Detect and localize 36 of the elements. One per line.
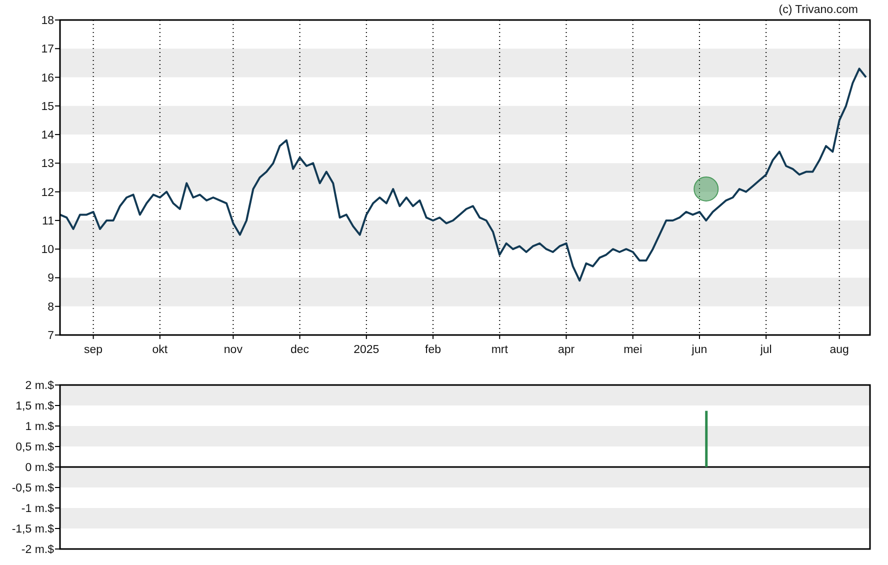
axis-tick-label: apr [558,344,575,356]
axis-tick-label: 1 m.$ [25,421,54,433]
axis-tick-label: nov [224,344,242,356]
axis-tick-label: sep [84,344,103,356]
axis-tick-label: 9 [48,272,54,285]
axis-tick-label: mei [624,344,642,356]
axis-tick-label: 0 m.$ [25,462,54,474]
axis-tick-label: dec [290,344,310,356]
copyright-text: (c) Trivano.com [778,4,858,16]
axis-tick-label: -0,5 m.$ [12,482,54,494]
axis-tick-label: 2 m.$ [25,380,54,392]
axis-tick-label: feb [425,344,442,356]
axis-tick-label: mrt [491,344,508,356]
axis-tick-label: 0,5 m.$ [16,442,54,454]
axis-tick-label: 10 [41,244,54,256]
axis-tick-label: 14 [41,130,54,142]
axis-tick-label: 1,5 m.$ [16,400,54,412]
axis-tick-label: -1 m.$ [21,503,54,515]
axis-tick-label: 15 [41,100,54,113]
axis-tick-label: 7 [48,330,54,342]
axis-tick-label: 12 [41,186,54,199]
axis-tick-label: 17 [41,44,54,56]
volume-bar [705,410,708,467]
axis-tick-label: 16 [41,72,54,84]
axis-tick-label: jul [760,344,772,356]
axis-tick-label: okt [152,344,168,356]
axis-tick-label: 18 [41,15,54,27]
axis-tick-label: aug [830,344,849,356]
axis-tick-label: 8 [48,301,54,314]
axis-tick-label: 11 [42,215,54,228]
axis-tick-label: 13 [41,158,54,170]
axis-tick-label: -2 m.$ [21,544,54,556]
event-marker [694,176,719,202]
axis-tick-label: jun [692,344,708,356]
axis-tick-label: 2025 [354,344,380,356]
axis-tick-label: -1,5 m.$ [12,524,54,536]
